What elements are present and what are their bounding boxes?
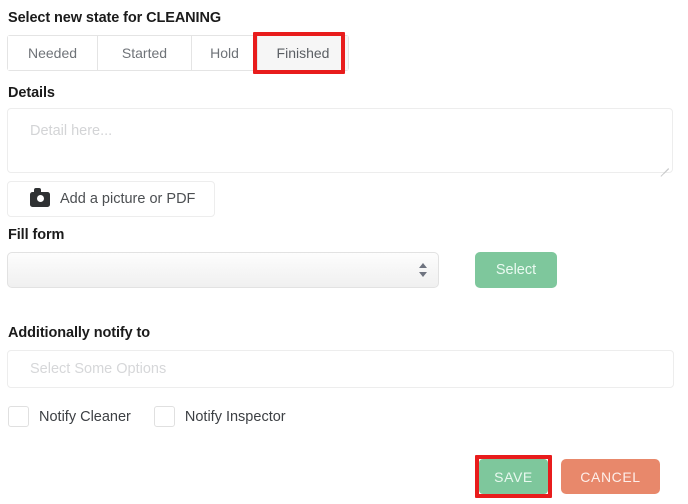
select-form-button[interactable]: Select [475,252,557,288]
cancel-button[interactable]: CANCEL [561,459,660,494]
checkbox-notify-cleaner-label: Notify Cleaner [39,408,131,425]
tab-started-label: Started [121,45,168,61]
fill-form-label: Fill form [8,227,65,243]
checkbox-notify-inspector-label: Notify Inspector [184,408,286,425]
tab-needed[interactable]: Needed [8,36,98,70]
details-placeholder: Detail here... [30,123,113,139]
checkbox-notify-inspector[interactable] [153,406,175,427]
checkbox-notify-cleaner[interactable] [8,406,29,427]
add-attachment-button[interactable]: Add a picture or PDF [7,181,215,217]
tab-started[interactable]: Started [98,36,192,70]
tab-finished-label: Finished [276,45,330,61]
notify-placeholder: Select Some Options [30,361,167,377]
up-down-stepper-icon [419,261,428,279]
save-button[interactable]: SAVE [479,459,548,494]
resize-handle-icon[interactable] [657,158,669,177]
state-tab-group: Needed Started Hold Finished [7,35,349,71]
add-attachment-label: Add a picture or PDF [60,191,196,207]
tab-hold[interactable]: Hold [192,36,258,70]
form-select-dropdown[interactable] [7,252,439,288]
page-title: Select new state for CLEANING [8,10,222,26]
state-change-dialog: Select new state for CLEANING Needed Sta… [0,0,688,504]
tab-needed-label: Needed [27,45,78,61]
notify-label: Additionally notify to [8,325,150,341]
notify-multiselect-input[interactable]: Select Some Options [7,350,674,388]
notify-checkbox-row: Notify Cleaner Notify Inspector [8,406,309,427]
details-label: Details [8,85,55,101]
tab-finished[interactable]: Finished [258,36,348,70]
tab-hold-label: Hold [210,45,239,61]
camera-icon [30,188,50,207]
details-textarea[interactable]: Detail here... [7,108,673,177]
